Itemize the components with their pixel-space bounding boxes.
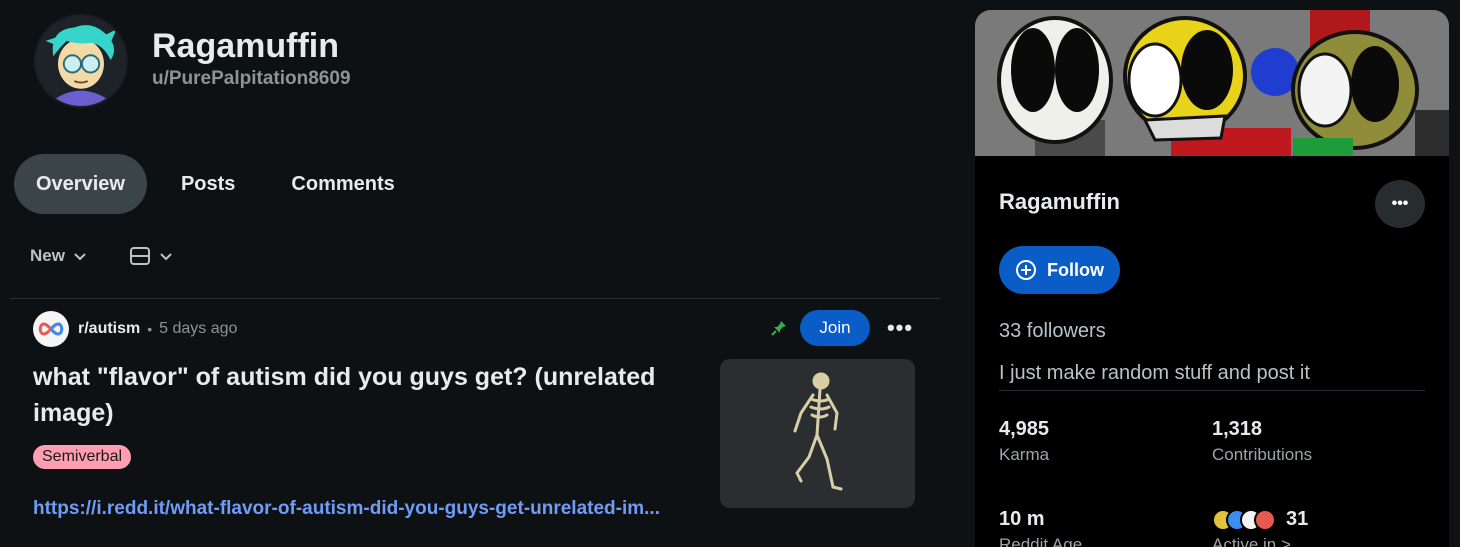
subreddit-name[interactable]: r/autism bbox=[78, 320, 140, 338]
profile-header: Ragamuffin u/PurePalpitation8609 bbox=[34, 14, 351, 108]
profile-bio: I just make random stuff and post it bbox=[999, 362, 1310, 384]
active-in-row: 31 bbox=[1212, 508, 1308, 531]
tab-overview[interactable]: Overview bbox=[14, 154, 147, 214]
follow-label: Follow bbox=[1047, 259, 1104, 280]
profile-card: Ragamuffin ••• Follow 33 followers I jus… bbox=[975, 10, 1449, 547]
display-name: Ragamuffin bbox=[152, 27, 339, 65]
username: u/PurePalpitation8609 bbox=[152, 68, 351, 89]
stat-reddit-age: 10 m Reddit Age bbox=[999, 508, 1082, 547]
community-icons bbox=[1212, 508, 1276, 531]
stat-label: Karma bbox=[999, 445, 1050, 464]
post-link[interactable]: https://i.redd.it/what-flavor-of-autism-… bbox=[33, 498, 713, 520]
post-time: 5 days ago bbox=[159, 320, 238, 337]
subreddit-icon[interactable] bbox=[33, 311, 69, 347]
card-divider bbox=[999, 390, 1425, 391]
followers-count[interactable]: 33 followers bbox=[999, 320, 1106, 343]
skeleton-image bbox=[793, 372, 842, 490]
profile-banner bbox=[975, 10, 1449, 156]
post-card[interactable]: r/autism • 5 days ago Join ••• what "fla… bbox=[10, 299, 940, 547]
stat-label: Reddit Age bbox=[999, 535, 1083, 547]
infinity-icon bbox=[38, 322, 64, 336]
stat-label: Active in > bbox=[1212, 535, 1291, 547]
stat-label: Contributions bbox=[1212, 445, 1313, 464]
post-thumbnail[interactable] bbox=[720, 359, 915, 508]
post-more-button[interactable]: ••• bbox=[880, 310, 920, 346]
chevron-down-icon bbox=[74, 253, 86, 261]
profile-names: Ragamuffin u/PurePalpitation8609 bbox=[152, 26, 351, 90]
avatar[interactable] bbox=[34, 14, 128, 108]
card-more-button[interactable]: ••• bbox=[1375, 180, 1425, 228]
post-title[interactable]: what "flavor" of autism did you guys get… bbox=[33, 359, 693, 431]
stat-active-in[interactable]: 31 Active in > bbox=[1212, 508, 1308, 547]
chevron-down-icon bbox=[160, 253, 172, 261]
stat-value: 31 bbox=[1286, 508, 1309, 530]
banner-image bbox=[975, 10, 1449, 156]
pin-icon bbox=[771, 321, 786, 336]
view-card-icon bbox=[129, 247, 150, 265]
stat-contributions: 1,318 Contributions bbox=[1212, 418, 1312, 465]
community-icon bbox=[1254, 508, 1276, 531]
join-button[interactable]: Join bbox=[800, 310, 870, 346]
sort-dropdown[interactable]: New bbox=[18, 240, 99, 272]
tab-comments[interactable]: Comments bbox=[269, 154, 416, 214]
stat-karma: 4,985 Karma bbox=[999, 418, 1049, 465]
stat-value: 4,985 bbox=[999, 418, 1050, 440]
card-display-name: Ragamuffin bbox=[999, 189, 1120, 214]
sort-bar: New bbox=[18, 240, 185, 272]
post-actions: Join ••• bbox=[770, 310, 920, 346]
follow-button[interactable]: Follow bbox=[999, 246, 1120, 294]
sort-label: New bbox=[30, 246, 65, 265]
plus-circle-icon bbox=[1016, 260, 1036, 280]
stat-value: 10 m bbox=[999, 508, 1045, 530]
meta-separator: • bbox=[147, 321, 153, 337]
post-meta: r/autism • 5 days ago bbox=[33, 311, 237, 347]
profile-tabs: Overview Posts Comments bbox=[14, 154, 417, 214]
post-flair[interactable]: Semiverbal bbox=[33, 445, 132, 469]
view-dropdown[interactable] bbox=[117, 240, 185, 272]
stat-value: 1,318 bbox=[1212, 418, 1263, 440]
avatar-image bbox=[36, 16, 126, 106]
tab-posts[interactable]: Posts bbox=[159, 154, 257, 214]
